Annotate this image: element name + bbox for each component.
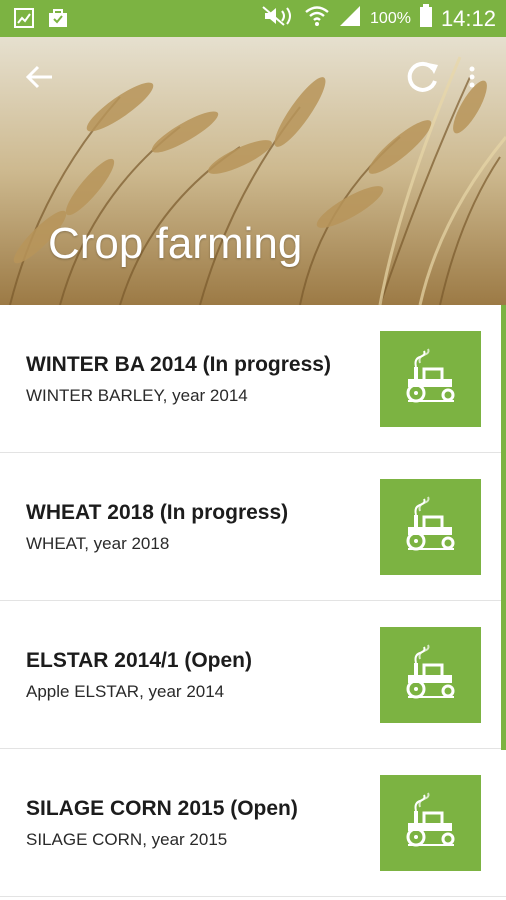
more-options-button[interactable]	[462, 61, 482, 97]
item-title: SILAGE CORN 2015 (Open)	[26, 797, 298, 820]
back-button[interactable]	[22, 59, 58, 95]
header-banner: Crop farming	[0, 37, 506, 305]
arrow-back-icon	[25, 65, 52, 89]
refresh-button[interactable]	[402, 57, 442, 97]
tractor-icon	[406, 644, 455, 699]
status-bar: 100% 14:12	[0, 0, 506, 37]
tractor-tile[interactable]	[380, 331, 481, 427]
tractor-tile[interactable]	[380, 775, 481, 871]
refresh-icon	[407, 61, 438, 92]
list-item[interactable]: WINTER BA 2014 (In progress) WINTER BARL…	[0, 305, 506, 453]
item-subtitle: WHEAT, year 2018	[26, 534, 170, 553]
tractor-tile[interactable]	[380, 479, 481, 575]
crop-list: WINTER BA 2014 (In progress) WINTER BARL…	[0, 305, 506, 897]
mute-icon	[262, 5, 296, 32]
item-title: ELSTAR 2014/1 (Open)	[26, 649, 252, 672]
more-vert-icon	[469, 66, 475, 88]
tractor-icon	[406, 792, 455, 847]
tractor-icon	[406, 496, 455, 551]
clock: 14:12	[440, 5, 496, 31]
item-subtitle: WINTER BARLEY, year 2014	[26, 386, 248, 405]
wifi-icon	[304, 4, 330, 33]
tractor-icon	[406, 348, 455, 403]
item-title: WINTER BA 2014 (In progress)	[26, 353, 331, 376]
list-item[interactable]: WHEAT 2018 (In progress) WHEAT, year 201…	[0, 453, 506, 601]
list-item[interactable]: SILAGE CORN 2015 (Open) SILAGE CORN, yea…	[0, 749, 506, 897]
page-title: Crop farming	[48, 219, 303, 268]
list-item[interactable]: ELSTAR 2014/1 (Open) Apple ELSTAR, year …	[0, 601, 506, 749]
battery-icon	[419, 4, 433, 33]
tractor-tile[interactable]	[380, 627, 481, 723]
gallery-notification-icon	[14, 8, 34, 33]
scrollbar[interactable]	[501, 305, 506, 750]
bag-notification-icon	[48, 8, 68, 33]
battery-percent: 100%	[370, 9, 411, 27]
signal-icon	[338, 5, 362, 32]
item-title: WHEAT 2018 (In progress)	[26, 501, 289, 524]
item-subtitle: Apple ELSTAR, year 2014	[26, 682, 225, 701]
item-subtitle: SILAGE CORN, year 2015	[26, 830, 228, 849]
